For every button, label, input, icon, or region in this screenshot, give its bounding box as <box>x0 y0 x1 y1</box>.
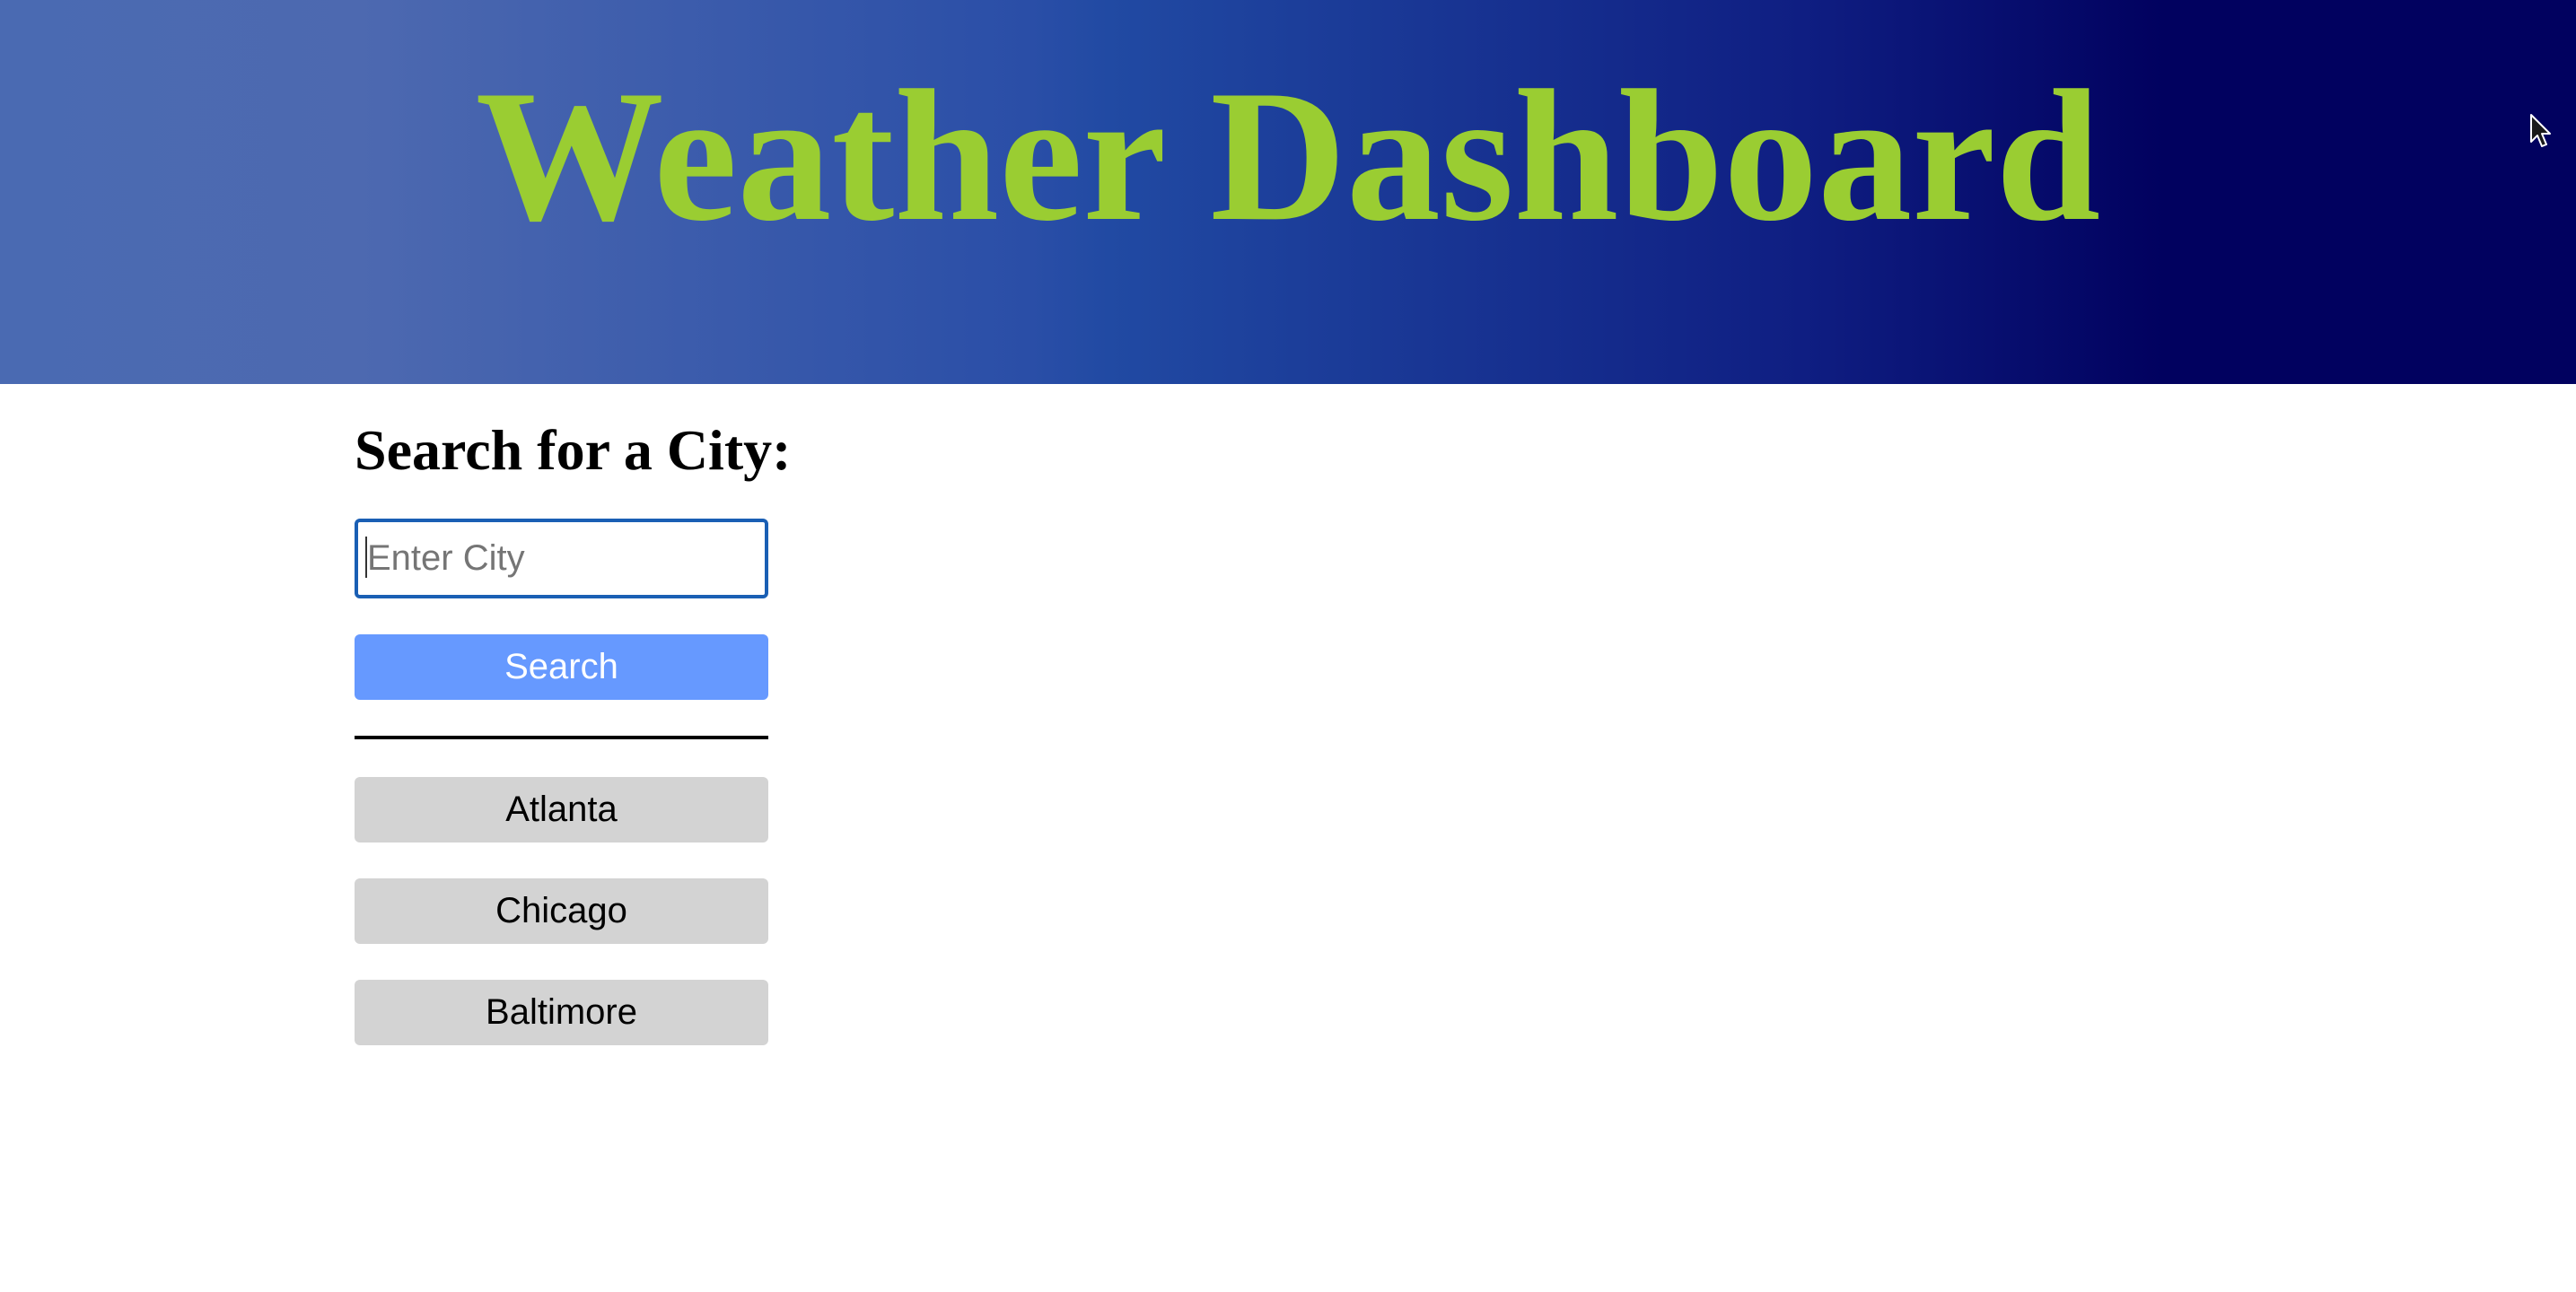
history-button-chicago[interactable]: Chicago <box>355 878 768 944</box>
list-item: Atlanta <box>355 777 768 842</box>
app-title: Weather Dashboard <box>475 52 2101 260</box>
city-search-input[interactable] <box>355 519 768 598</box>
search-heading: Search for a City: <box>355 418 792 482</box>
text-caret <box>365 537 367 578</box>
history-button-atlanta[interactable]: Atlanta <box>355 777 768 842</box>
search-history-list: Atlanta Chicago Baltimore <box>355 777 768 1081</box>
search-button[interactable]: Search <box>355 634 768 700</box>
history-button-baltimore[interactable]: Baltimore <box>355 980 768 1045</box>
list-item: Chicago <box>355 878 768 944</box>
list-item: Baltimore <box>355 980 768 1045</box>
search-sidebar: Search for a City: Search Atlanta Chicag… <box>355 418 792 1045</box>
mouse-pointer-icon <box>2530 114 2551 147</box>
page-header: Weather Dashboard <box>0 0 2576 384</box>
divider <box>355 736 768 739</box>
